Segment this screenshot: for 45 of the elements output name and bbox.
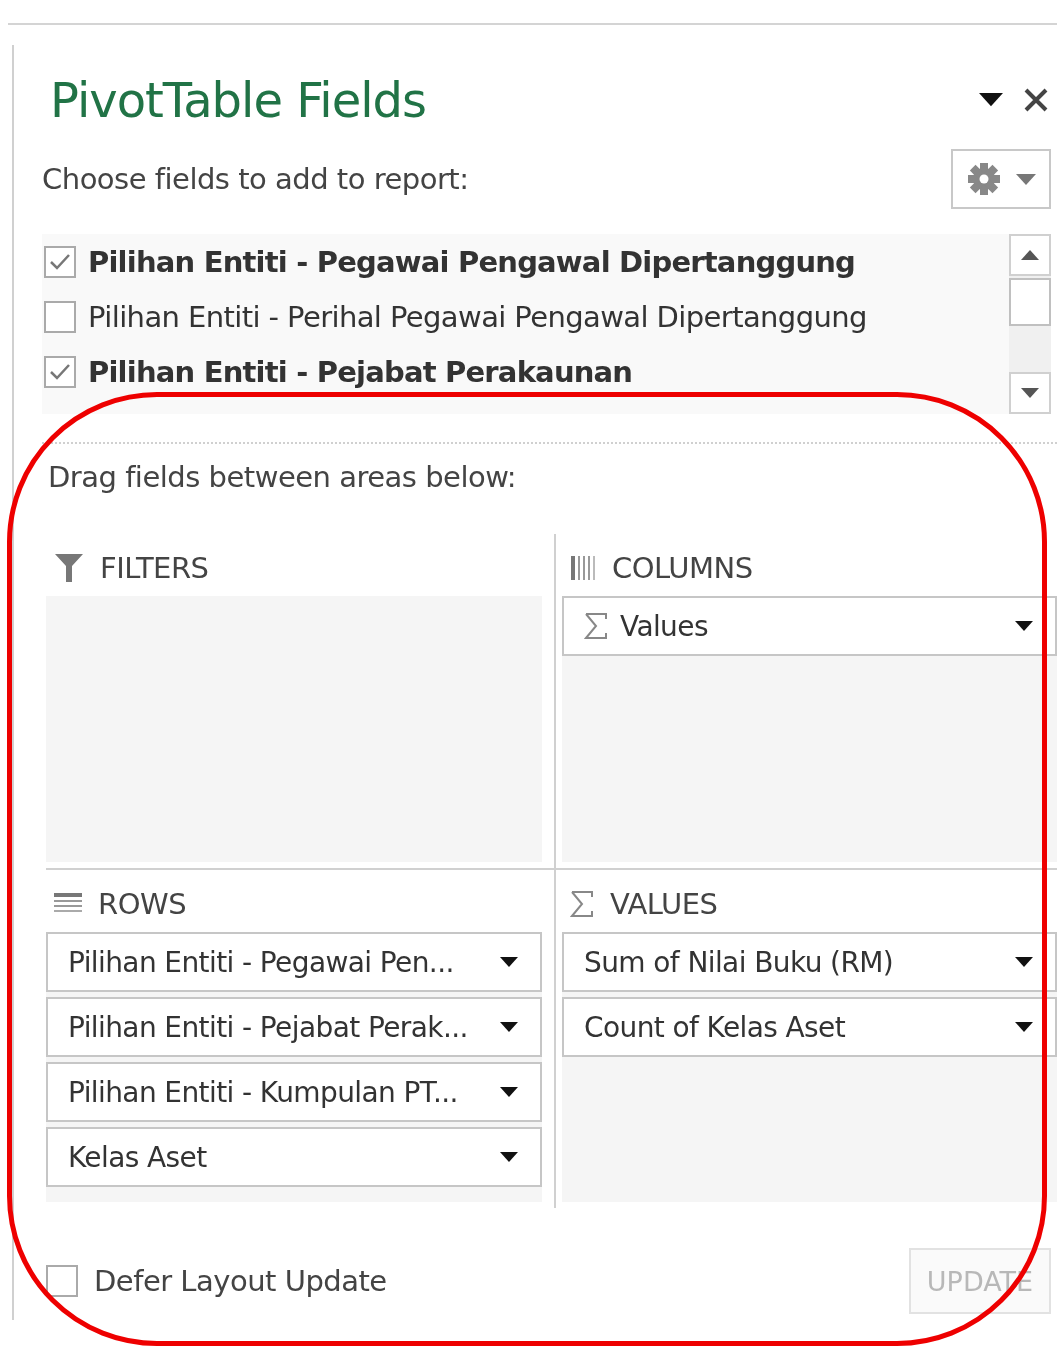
caret-icon [1015, 1022, 1033, 1032]
choose-fields-label: Choose fields to add to report: [42, 162, 469, 196]
field-name: Pilihan Entiti - Perihal Pegawai Pengawal Dipertanggung [88, 299, 867, 334]
field-name: Pilihan Entiti - Pejabat Perakaunan [88, 354, 633, 389]
area-heading: ROWS [98, 887, 187, 921]
caret-icon [500, 1087, 518, 1097]
defer-checkbox[interactable] [46, 1265, 78, 1297]
caret-icon [1015, 621, 1033, 631]
area-field-dropdown[interactable]: Count of Kelas Aset [562, 997, 1057, 1057]
caret-icon [500, 957, 518, 967]
area-heading: COLUMNS [612, 551, 753, 585]
defer-label: Defer Layout Update [94, 1264, 387, 1298]
area-field-dropdown[interactable]: Sum of Nilai Buku (RM) [562, 932, 1057, 992]
panel-title: PivotTable Fields [50, 72, 426, 128]
settings-button[interactable] [951, 149, 1051, 209]
area-field-dropdown[interactable]: Pilihan Entiti - Pegawai Pen... [46, 932, 542, 992]
checkmark-icon [49, 252, 71, 271]
field-checkbox[interactable] [44, 355, 76, 388]
down-arrow-icon [1021, 388, 1039, 398]
area-heading: FILTERS [100, 551, 209, 585]
caret-icon [1015, 957, 1033, 967]
filter-icon [54, 553, 84, 583]
dropdown-caret-icon [979, 93, 1003, 107]
area-field-dropdown[interactable]: Pilihan Entiti - Pejabat Perak... [46, 997, 542, 1057]
sigma-icon [570, 890, 594, 918]
area-field-dropdown[interactable]: Pilihan Entiti - Kumpulan PT... [46, 1062, 542, 1122]
caret-icon [500, 1152, 518, 1162]
scrollbar-thumb[interactable] [1009, 278, 1051, 326]
scroll-down-button[interactable] [1009, 372, 1051, 414]
rows-icon [54, 893, 82, 915]
drag-fields-hint: Drag fields between areas below: [47, 459, 518, 496]
columns-icon [570, 555, 596, 581]
caret-icon [1016, 173, 1036, 185]
field-checkbox[interactable] [44, 245, 76, 278]
area-heading: VALUES [610, 887, 718, 921]
checkmark-icon [49, 362, 71, 381]
field-checkbox[interactable] [44, 300, 76, 333]
field-name: Pilihan Entiti - Pegawai Pengawal Dipertanggung [88, 244, 856, 279]
up-arrow-icon [1021, 250, 1039, 260]
scroll-up-button[interactable] [1009, 234, 1051, 276]
close-icon[interactable] [1023, 87, 1049, 113]
area-field-dropdown[interactable]: Kelas Aset [46, 1127, 542, 1187]
area-field-dropdown[interactable]: Values [562, 596, 1057, 656]
gear-icon [966, 161, 1002, 197]
caret-icon [500, 1022, 518, 1032]
